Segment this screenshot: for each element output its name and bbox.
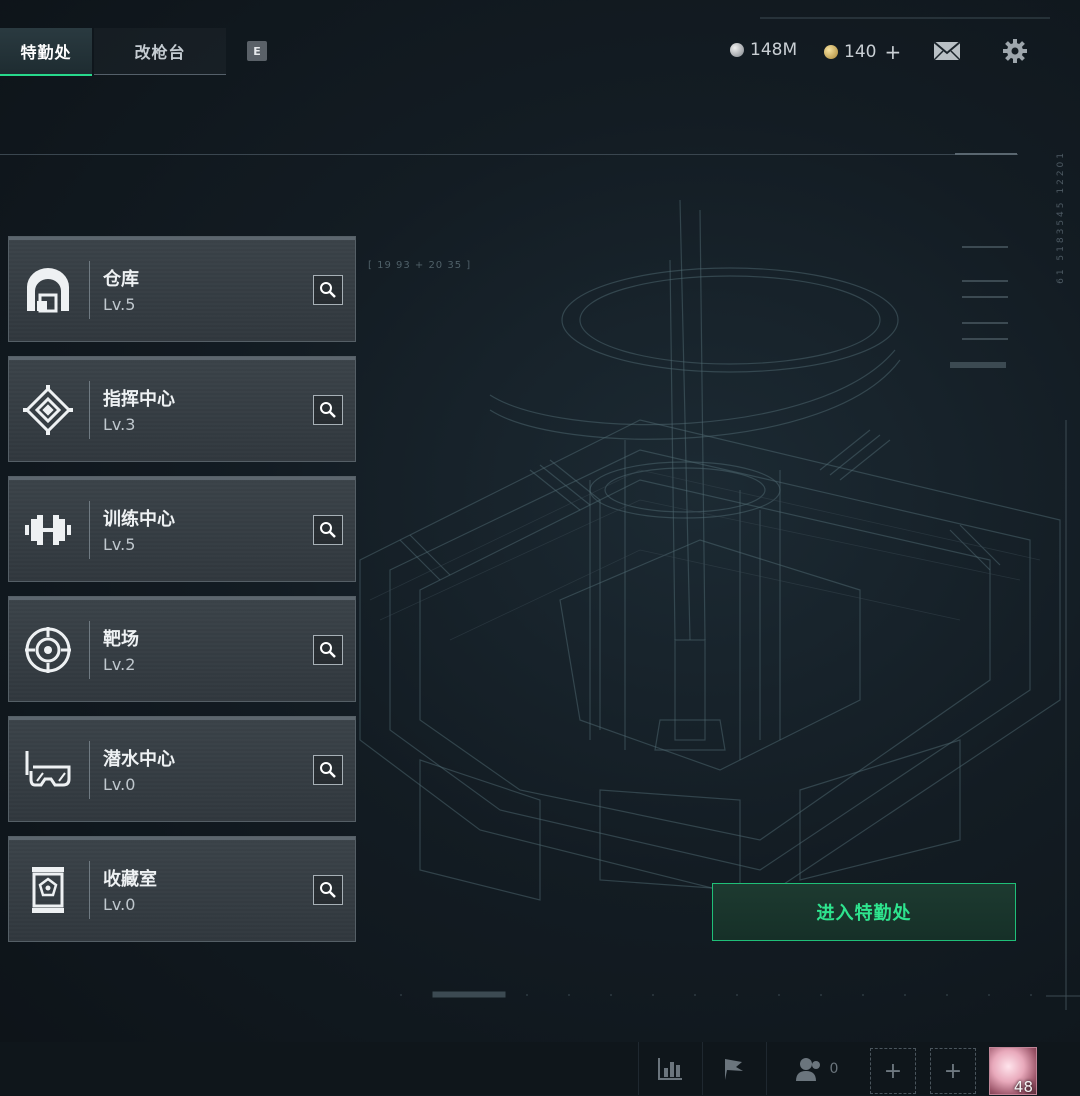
card-top-strip (9, 477, 355, 480)
gold-currency[interactable]: 140 + (824, 40, 901, 64)
facility-name: 潜水中心 (103, 749, 175, 770)
facility-card-collection-room[interactable]: 收藏室 Lv.0 (8, 836, 356, 942)
friends-count: 0 (829, 1060, 839, 1077)
team-slot-1[interactable]: + (870, 1048, 916, 1094)
warehouse-icon (23, 265, 73, 315)
search-icon[interactable] (313, 755, 343, 785)
facility-level: Lv.3 (103, 415, 136, 434)
gold-amount: 140 (844, 42, 877, 62)
gear-icon[interactable] (1000, 38, 1030, 64)
facility-card-training-center[interactable]: 训练中心 Lv.5 (8, 476, 356, 582)
hud-side-code: 61 5183545 12201 (1056, 150, 1066, 284)
flag-icon[interactable] (702, 1042, 765, 1095)
hud-coordinate-readout: [ 19 93 + 20 35 ] (368, 260, 472, 271)
card-divider (89, 501, 90, 559)
add-gold-button[interactable]: + (884, 40, 901, 64)
enter-button-label: 进入特勤处 (816, 903, 912, 924)
search-icon[interactable] (313, 515, 343, 545)
diving-mask-icon (23, 745, 73, 795)
card-top-strip (9, 597, 355, 600)
card-top-strip (9, 837, 355, 840)
facility-level: Lv.2 (103, 655, 136, 674)
header-divider (0, 154, 1018, 155)
player-level: 48 (1013, 1078, 1033, 1096)
card-divider (89, 381, 90, 439)
card-top-strip (9, 717, 355, 720)
card-divider (89, 621, 90, 679)
search-icon[interactable] (313, 275, 343, 305)
add-teammate-icon: + (943, 1058, 963, 1084)
mail-icon[interactable] (932, 38, 962, 64)
facility-level: Lv.5 (103, 295, 136, 314)
card-top-strip (9, 357, 355, 360)
tab-special-ops[interactable]: 特勤处 (0, 28, 92, 76)
key-hint-e: E (247, 41, 267, 61)
header-divider-accent (955, 153, 1017, 155)
facility-level: Lv.5 (103, 535, 136, 554)
friends-button[interactable]: 0 (766, 1042, 865, 1095)
silver-currency[interactable]: 148M (730, 40, 797, 60)
search-icon[interactable] (313, 875, 343, 905)
facility-name: 训练中心 (103, 509, 175, 530)
silver-coin-icon (730, 43, 744, 57)
search-icon[interactable] (313, 395, 343, 425)
team-slot-2[interactable]: + (930, 1048, 976, 1094)
gold-coin-icon (824, 45, 838, 59)
facility-name: 指挥中心 (103, 389, 175, 410)
target-icon (23, 625, 73, 675)
card-divider (89, 741, 90, 799)
facility-name: 收藏室 (103, 869, 157, 890)
facility-level: Lv.0 (103, 775, 136, 794)
friends-icon (795, 1057, 820, 1081)
tab-gunsmith[interactable]: 改枪台 (94, 28, 226, 75)
enter-special-ops-button[interactable]: 进入特勤处 (712, 883, 1016, 941)
add-teammate-icon: + (883, 1058, 903, 1084)
facility-card-diving-center[interactable]: 潜水中心 Lv.0 (8, 716, 356, 822)
stats-icon[interactable] (638, 1042, 701, 1095)
search-icon[interactable] (313, 635, 343, 665)
player-avatar[interactable]: 48 (989, 1047, 1037, 1096)
facility-card-shooting-range[interactable]: 靶场 Lv.2 (8, 596, 356, 702)
facility-card-command-center[interactable]: 指挥中心 Lv.3 (8, 356, 356, 462)
card-divider (89, 861, 90, 919)
top-bar: 特勤处 改枪台 E 148M 140 + (0, 28, 1080, 76)
collection-case-icon (23, 865, 73, 915)
facility-level: Lv.0 (103, 895, 136, 914)
command-center-icon (23, 385, 73, 435)
facility-name: 仓库 (103, 269, 139, 290)
facility-card-warehouse[interactable]: 仓库 Lv.5 (8, 236, 356, 342)
silver-amount: 148M (750, 40, 798, 60)
card-top-strip (9, 237, 355, 240)
card-divider (89, 261, 90, 319)
facility-name: 靶场 (103, 629, 139, 650)
dumbbell-icon (23, 505, 73, 555)
bottom-bar: 0 + + (0, 1042, 1080, 1095)
